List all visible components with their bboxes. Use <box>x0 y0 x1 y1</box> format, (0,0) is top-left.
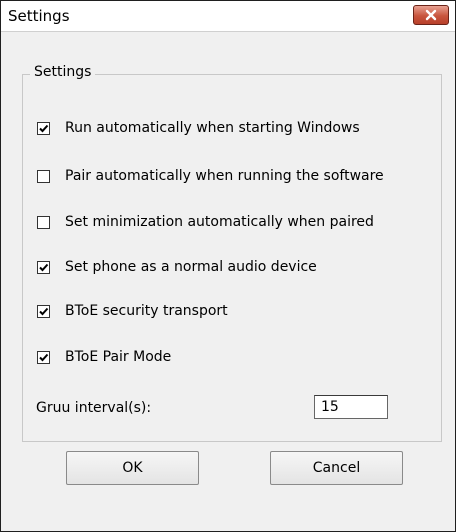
close-icon <box>425 9 437 21</box>
option-label: BToE Pair Mode <box>65 349 172 365</box>
gruu-interval-input[interactable] <box>314 395 388 419</box>
option-label: BToE security transport <box>65 303 228 319</box>
group-label: Settings <box>30 64 96 80</box>
close-button[interactable] <box>413 5 449 25</box>
title-bar[interactable]: Settings <box>1 1 455 32</box>
option-label: Set minimization automatically when pair… <box>65 214 374 230</box>
option-label: Pair automatically when running the soft… <box>65 168 384 184</box>
option-auto-minimize[interactable]: Set minimization automatically when pair… <box>37 213 374 231</box>
checkbox[interactable] <box>37 215 50 229</box>
option-btoe-pair-mode[interactable]: BToE Pair Mode <box>37 348 171 366</box>
option-label: Set phone as a normal audio device <box>65 259 317 275</box>
checkbox[interactable] <box>37 169 50 183</box>
window-title: Settings <box>8 7 70 25</box>
option-run-on-startup[interactable]: Run automatically when starting Windows <box>37 119 360 137</box>
option-btoe-security-transport[interactable]: BToE security transport <box>37 302 228 320</box>
checkbox[interactable] <box>37 304 50 318</box>
checkmark-icon <box>39 124 49 132</box>
checkmark-icon <box>39 307 49 315</box>
option-auto-pair[interactable]: Pair automatically when running the soft… <box>37 167 384 185</box>
option-normal-audio-device[interactable]: Set phone as a normal audio device <box>37 258 317 276</box>
checkbox[interactable] <box>37 260 50 274</box>
checkbox[interactable] <box>37 121 50 135</box>
checkmark-icon <box>39 353 49 361</box>
option-label: Run automatically when starting Windows <box>65 120 360 136</box>
ok-button[interactable]: OK <box>66 451 199 485</box>
gruu-interval-label: Gruu interval(s): <box>36 400 152 416</box>
checkbox[interactable] <box>37 350 50 364</box>
checkmark-icon <box>39 263 49 271</box>
cancel-button[interactable]: Cancel <box>270 451 403 485</box>
